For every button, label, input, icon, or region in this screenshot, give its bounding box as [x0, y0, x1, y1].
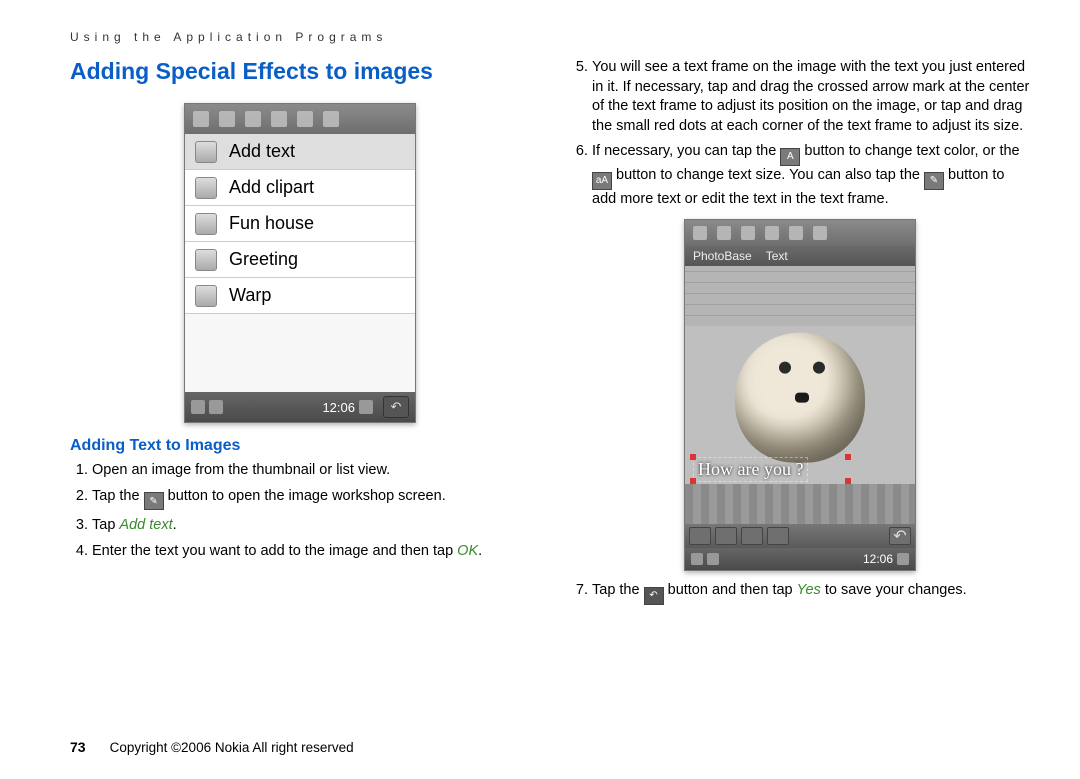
palette-icon — [195, 141, 217, 163]
subsection-title: Adding Text to Images — [70, 437, 530, 455]
resize-handle — [690, 454, 696, 460]
status-icon — [209, 400, 223, 414]
step-text: . — [478, 543, 482, 559]
step-text: Tap the — [92, 488, 144, 504]
step-text: Enter the text you want to add to the im… — [92, 543, 457, 559]
tool-button-icon — [689, 527, 711, 545]
edit-text-button-icon: ✎ — [924, 172, 944, 190]
topbar-icon — [717, 226, 731, 240]
back-button-icon: ↶ — [889, 527, 911, 545]
menu-item-label: Add text — [229, 141, 295, 162]
step-text: Tap — [92, 517, 119, 533]
menu-item-add-text: Add text — [185, 134, 415, 170]
step-6: If necessary, you can tap the A button t… — [592, 142, 1030, 209]
face-icon — [195, 177, 217, 199]
menu-photobase: PhotoBase — [693, 249, 752, 263]
back-button-icon: ↶ — [383, 396, 409, 418]
menu-item-label: Warp — [229, 285, 271, 306]
photobase-image-area: How are you ? — [685, 266, 915, 524]
photobase-toolbar: ↶ — [685, 524, 915, 548]
step-text: . — [173, 517, 177, 533]
tool-button-icon — [715, 527, 737, 545]
photobase-statusbar: 12:06 — [685, 548, 915, 570]
menu-text: Text — [766, 249, 788, 263]
topbar-icon — [741, 226, 755, 240]
menu-item-warp: Warp — [185, 278, 415, 314]
resize-handle — [845, 454, 851, 460]
topbar-icon — [323, 111, 339, 127]
text-size-button-icon: aA — [592, 172, 612, 190]
step-text: button to open the image workshop screen… — [168, 488, 446, 504]
photobase-mockup: PhotoBase Text How are you ? ↶ — [684, 219, 916, 571]
page-number: 73 — [70, 739, 86, 755]
page-footer: 73 Copyright ©2006 Nokia All right reser… — [70, 739, 354, 755]
keyword: Yes — [797, 582, 821, 598]
status-icon — [691, 553, 703, 565]
topbar-icon — [813, 226, 827, 240]
tool-button-icon — [767, 527, 789, 545]
phone-mockup-effects-menu: Add text Add clipart Fun house Greeting … — [184, 103, 416, 423]
image-background-wall — [685, 266, 915, 326]
menu-item-greeting: Greeting — [185, 242, 415, 278]
signal-icon — [897, 553, 909, 565]
step-3: Tap Add text. — [92, 516, 530, 536]
steps-list-left: Open an image from the thumbnail or list… — [70, 461, 530, 561]
image-background-ground — [685, 484, 915, 524]
workshop-button-icon: ✎ — [144, 492, 164, 510]
menu-item-fun-house: Fun house — [185, 206, 415, 242]
left-column: Adding Special Effects to images Add tex… — [70, 58, 530, 611]
topbar-icon — [219, 111, 235, 127]
resize-handle — [845, 478, 851, 484]
status-clock: 12:06 — [322, 400, 355, 415]
phone-menu-list: Add text Add clipart Fun house Greeting … — [185, 134, 415, 392]
step-text: to save your changes. — [821, 582, 967, 598]
step-text: button and then tap — [668, 582, 797, 598]
topbar-icon — [765, 226, 779, 240]
steps-list-right-continued: Tap the ↶ button and then tap Yes to sav… — [570, 581, 1030, 605]
back-button-icon: ↶ — [644, 587, 664, 605]
status-clock: 12:06 — [863, 552, 893, 566]
image-text-overlay: How are you ? — [693, 457, 808, 482]
step-text: If necessary, you can tap the — [592, 143, 780, 159]
keyword: OK — [457, 543, 478, 559]
copyright-text: Copyright ©2006 Nokia All right reserved — [110, 740, 354, 755]
menu-item-add-clipart: Add clipart — [185, 170, 415, 206]
topbar-icon — [193, 111, 209, 127]
step-1: Open an image from the thumbnail or list… — [92, 461, 530, 481]
signal-icon — [359, 400, 373, 414]
greeting-icon — [195, 249, 217, 271]
steps-list-right: You will see a text frame on the image w… — [570, 58, 1030, 209]
step-text: Tap the — [592, 582, 644, 598]
menu-item-label: Fun house — [229, 213, 314, 234]
step-text: button to change text color, or the — [804, 143, 1019, 159]
section-title: Adding Special Effects to images — [70, 58, 530, 85]
right-column: You will see a text frame on the image w… — [570, 58, 1030, 611]
phone-statusbar: 12:06 ↶ — [185, 392, 415, 422]
step-5: You will see a text frame on the image w… — [592, 58, 1030, 136]
status-icon — [191, 400, 205, 414]
menu-item-label: Greeting — [229, 249, 298, 270]
topbar-icon — [297, 111, 313, 127]
topbar-icon — [789, 226, 803, 240]
step-4: Enter the text you want to add to the im… — [92, 542, 530, 562]
running-header: Using the Application Programs — [70, 30, 1030, 44]
menu-item-label: Add clipart — [229, 177, 314, 198]
topbar-icon — [245, 111, 261, 127]
phone-topbar — [185, 104, 415, 134]
keyword: Add text — [119, 517, 172, 533]
step-2: Tap the ✎ button to open the image works… — [92, 487, 530, 511]
photobase-menubar: PhotoBase Text — [685, 246, 915, 266]
step-7: Tap the ↶ button and then tap Yes to sav… — [592, 581, 1030, 605]
warp-icon — [195, 285, 217, 307]
text-color-button-icon: A — [780, 148, 800, 166]
status-icon — [707, 553, 719, 565]
image-dog — [735, 333, 865, 463]
funhouse-icon — [195, 213, 217, 235]
step-text: button to change text size. You can also… — [616, 167, 924, 183]
topbar-icon — [271, 111, 287, 127]
resize-handle — [690, 478, 696, 484]
topbar-icon — [693, 226, 707, 240]
tool-button-icon — [741, 527, 763, 545]
photobase-topbar — [685, 220, 915, 246]
